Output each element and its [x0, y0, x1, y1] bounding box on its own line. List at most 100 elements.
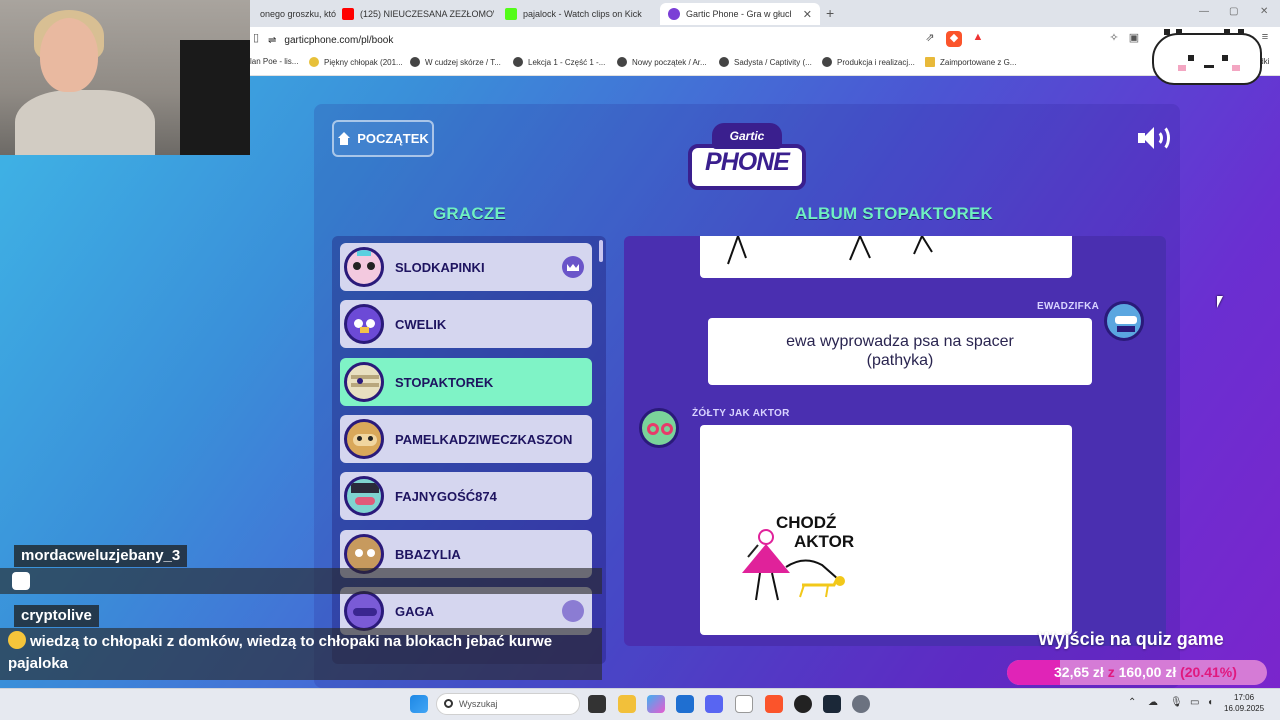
bookmark-item[interactable]: Nowy początek / Ar... — [617, 57, 707, 67]
cloud-icon[interactable]: ☁ — [1148, 697, 1158, 708]
logo-main-text: PHONE — [705, 148, 790, 176]
drawing-text-line2: AKTOR — [794, 532, 854, 551]
task-view-icon[interactable] — [588, 695, 606, 713]
cat-sticker-overlay — [1152, 29, 1262, 85]
brave-shield-icon[interactable]: ◆ — [946, 31, 962, 47]
site-icon — [513, 57, 523, 67]
webcam-monitor — [180, 40, 250, 155]
site-info-icon[interactable]: ⇌ — [268, 35, 276, 46]
previous-drawing-card — [700, 236, 1072, 278]
player-name: FAJNYGOŚĆ874 — [395, 488, 497, 504]
donation-goal-label: Wyjście na quiz game — [1038, 629, 1224, 649]
player-row-active[interactable]: STOPAKTOREK — [340, 358, 592, 406]
logo-top-text: Gartic — [712, 123, 782, 149]
player-name: BBAZYLIA — [395, 546, 461, 562]
webcam-person-face — [40, 18, 98, 92]
bookmark-item[interactable]: lan Poe - lis... — [250, 57, 298, 66]
close-window-icon[interactable]: ✕ — [1260, 6, 1268, 17]
player-name: CWELIK — [395, 316, 447, 332]
player-name: SLODKAPINKI — [395, 259, 485, 275]
site-icon — [617, 57, 627, 67]
players-scrollbar[interactable] — [599, 240, 603, 262]
chat-message: wiedzą to chłopaki z domków, wiedzą to c… — [8, 631, 553, 672]
drawing-card: CHODŹ AKTOR — [700, 425, 1072, 635]
settings-icon[interactable] — [852, 695, 870, 713]
donation-goal-text: 32,65 zł z 160,00 zł (20.41%) — [1054, 664, 1237, 680]
browser-tab-active[interactable]: Gartic Phone - Gra w głuchy tele ✕ — [660, 3, 820, 25]
site-icon — [410, 57, 420, 67]
extensions-icon[interactable]: ✧ — [1106, 31, 1122, 47]
home-button[interactable]: POCZĄTEK — [332, 120, 434, 157]
bookmark-item[interactable]: Sadysta / Captivity (... — [719, 57, 812, 67]
app-icon[interactable] — [735, 695, 753, 713]
microphone-icon[interactable]: 🎙 — [1170, 697, 1183, 708]
player-row[interactable]: PAMELKADZIWECZKASZON — [340, 415, 592, 463]
entry-author: EWADZIFKA — [1037, 301, 1100, 312]
thinking-emoji-icon — [8, 631, 26, 649]
player-avatar — [344, 247, 384, 287]
guess-text-line1: ewa wyprowadza psa na spacer — [786, 333, 1014, 350]
player-avatar — [344, 419, 384, 459]
player-avatar — [344, 476, 384, 516]
kick-icon — [505, 8, 517, 20]
tray-chevron-icon[interactable]: ⌃ — [1128, 697, 1136, 708]
display-icon[interactable]: ▭ — [1190, 697, 1199, 708]
copilot-icon[interactable] — [647, 695, 665, 713]
windows-start-icon[interactable] — [410, 695, 428, 713]
windows-taskbar — [0, 688, 1280, 720]
tab-label: pajalock - Watch clips on Kick — [523, 9, 642, 19]
sound-toggle-icon[interactable] — [1136, 124, 1170, 152]
bookmark-page-icon[interactable]: ▯ — [248, 31, 264, 47]
player-row[interactable]: FAJNYGOŚĆ874 — [340, 472, 592, 520]
maximize-icon[interactable]: ▢ — [1229, 6, 1238, 17]
system-clock[interactable]: 17:06 16.09.2025 — [1224, 692, 1264, 714]
entry-author: ŻÓŁTY JAK AKTOR — [692, 408, 790, 419]
youtube-icon — [342, 8, 354, 20]
chat-username: cryptolive — [14, 605, 99, 627]
home-icon — [337, 131, 351, 146]
donation-goal-fill — [1007, 660, 1061, 685]
exit-icon — [562, 600, 584, 622]
steam-icon[interactable] — [823, 695, 841, 713]
minimize-icon[interactable]: — — [1199, 6, 1209, 17]
browser-tab-2[interactable]: (125) NIEUCZESANA ZEZŁOMOWAN — [334, 3, 494, 25]
site-icon — [309, 57, 319, 67]
url-text: garticphone.com/pl/book — [284, 34, 394, 46]
brave-rewards-icon[interactable]: ▲ — [970, 31, 986, 47]
guess-card: ewa wyprowadza psa na spacer (pathyka) — [708, 318, 1092, 385]
store-icon[interactable] — [676, 695, 694, 713]
player-row[interactable]: CWELIK — [340, 300, 592, 348]
brave-icon[interactable] — [765, 695, 783, 713]
site-icon — [719, 57, 729, 67]
chat-username: mordacweluzjebany_3 — [14, 545, 188, 567]
discord-icon[interactable] — [705, 695, 723, 713]
file-explorer-icon[interactable] — [618, 695, 636, 713]
share-icon[interactable]: ⇗ — [922, 31, 938, 47]
webcam-person-body — [15, 90, 155, 155]
sidebar-icon[interactable]: ▣ — [1126, 31, 1142, 47]
bookmark-item[interactable]: Produkcja i realizacj... — [822, 57, 915, 67]
author-avatar — [1104, 301, 1144, 341]
chat-emote-icon — [12, 572, 30, 590]
url-field[interactable]: ⇌ garticphone.com/pl/book — [268, 31, 908, 49]
browser-tab-1[interactable]: onego groszku, któr — [252, 3, 336, 25]
player-avatar — [344, 591, 384, 631]
player-name: STOPAKTOREK — [395, 374, 494, 390]
chat-message-strip — [0, 568, 602, 594]
browser-tab-3[interactable]: pajalock - Watch clips on Kick — [497, 3, 657, 25]
taskbar-search[interactable]: Wyszukaj — [436, 693, 580, 715]
tab-label: Gartic Phone - Gra w głuchy tele — [686, 9, 791, 19]
close-tab-icon[interactable]: ✕ — [803, 8, 812, 21]
tab-label: (125) NIEUCZESANA ZEZŁOMOWAN — [360, 9, 494, 19]
bookmark-item[interactable]: Piękny chłopak (201... — [309, 57, 403, 67]
bookmark-item[interactable]: W cudzej skórze / T... — [410, 57, 501, 67]
author-avatar — [639, 408, 679, 448]
obs-icon[interactable] — [794, 695, 812, 713]
bookmark-item[interactable]: Lekcja 1 - Część 1 -... — [513, 57, 605, 67]
new-tab-button[interactable]: + — [826, 5, 834, 21]
player-name: GAGA — [395, 603, 434, 619]
volume-icon[interactable]: ◖ — [1207, 697, 1213, 708]
bookmark-folder[interactable]: Zaimportowane z G... — [925, 57, 1016, 67]
player-row[interactable]: SLODKAPINKI — [340, 243, 592, 291]
player-name: PAMELKADZIWECZKASZON — [395, 431, 573, 447]
